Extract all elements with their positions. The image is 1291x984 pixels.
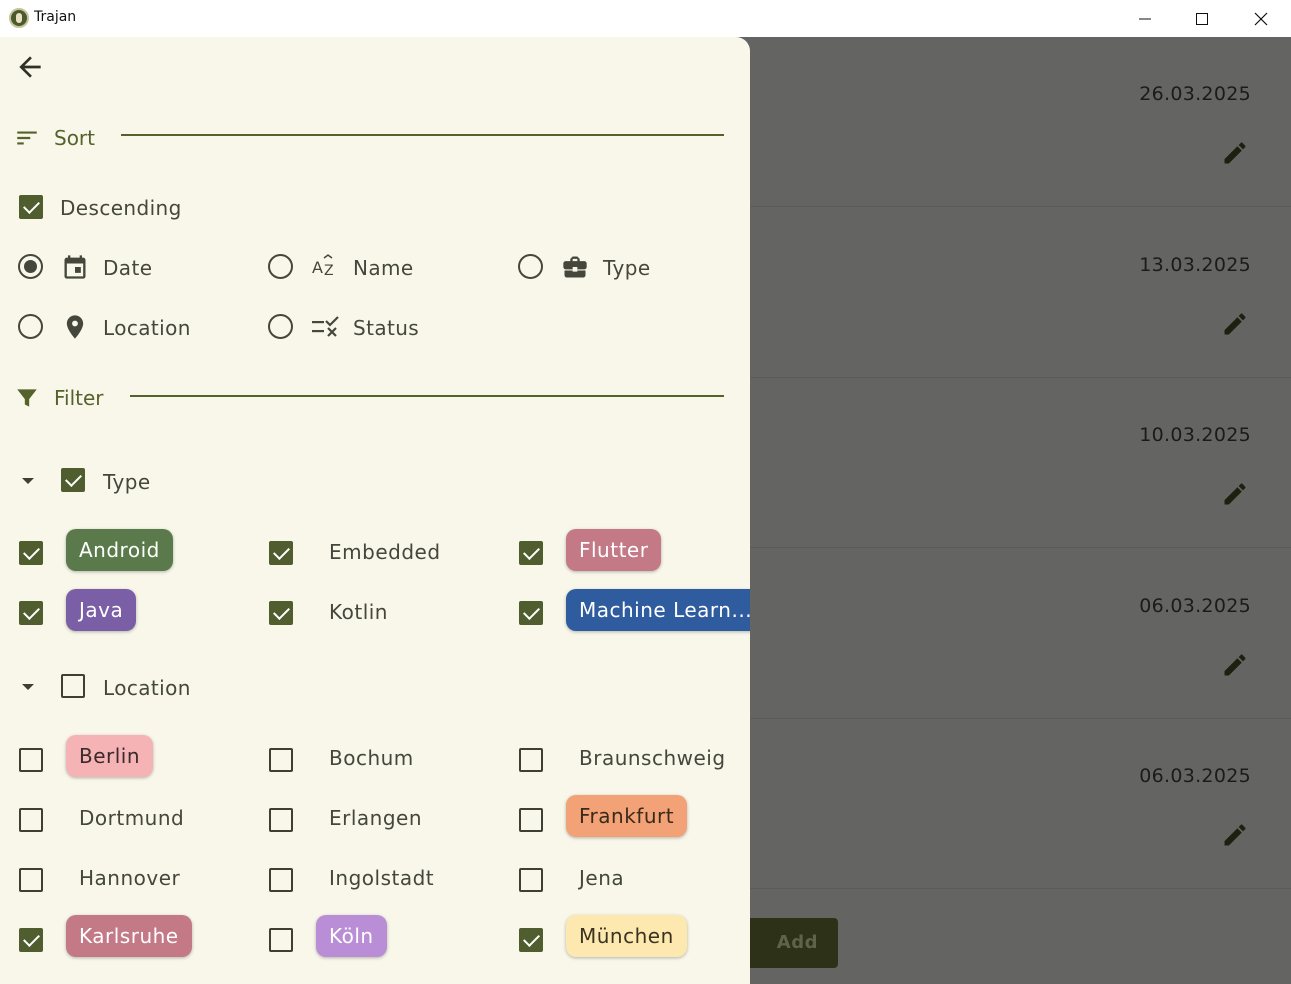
location-label-braunschweig: Braunschweig — [579, 746, 726, 770]
sort-option-location-label: Location — [103, 316, 191, 340]
filter-location-checkbox[interactable] — [269, 748, 293, 772]
location-label-dortmund: Dortmund — [79, 806, 185, 830]
job-date: 06.03.2025 — [1139, 595, 1251, 617]
sort-radio-name[interactable] — [268, 254, 293, 279]
location-chip-koeln: Köln — [316, 915, 387, 957]
edit-icon[interactable] — [1221, 480, 1249, 508]
filter-type-checkbox[interactable] — [519, 541, 543, 565]
sort-option-status-label: Status — [353, 316, 420, 340]
briefcase-icon — [563, 256, 587, 278]
descending-checkbox[interactable] — [19, 195, 43, 219]
descending-label: Descending — [60, 196, 182, 220]
sort-option-type-label: Type — [603, 256, 651, 280]
status-list-icon — [312, 316, 339, 337]
edit-icon[interactable] — [1221, 651, 1249, 679]
close-icon — [1254, 12, 1268, 25]
app-logo-icon — [9, 8, 29, 28]
job-card[interactable]: 10.03.2025 — [750, 378, 1291, 548]
filter-location-checkbox[interactable] — [519, 808, 543, 832]
job-date: 06.03.2025 — [1139, 765, 1251, 787]
job-card[interactable]: 13.03.2025 — [750, 208, 1291, 378]
job-card[interactable]: 26.03.2025 — [750, 37, 1291, 207]
job-date: 10.03.2025 — [1139, 424, 1251, 446]
maximize-button[interactable] — [1173, 0, 1231, 37]
sort-divider — [121, 134, 724, 136]
location-label-erlangen: Erlangen — [329, 806, 423, 830]
filter-divider — [130, 395, 724, 397]
type-label-embedded: Embedded — [329, 540, 441, 564]
filter-location-checkbox[interactable] — [19, 748, 43, 772]
sort-radio-date[interactable] — [18, 254, 43, 279]
sort-section-header: Sort — [14, 123, 95, 153]
back-arrow-icon[interactable] — [14, 51, 46, 83]
location-group-label: Location — [103, 676, 191, 700]
location-pin-icon — [66, 315, 84, 339]
filter-location-checkbox[interactable] — [269, 808, 293, 832]
location-label-hannover: Hannover — [79, 866, 181, 890]
filter-title: Filter — [54, 386, 104, 410]
type-chip-java: Java — [66, 589, 137, 631]
edit-icon[interactable] — [1221, 310, 1249, 338]
calendar-icon — [64, 255, 86, 279]
job-date: 26.03.2025 — [1139, 83, 1251, 105]
type-group-label: Type — [103, 470, 151, 494]
edit-icon[interactable] — [1221, 821, 1249, 849]
location-group-checkbox[interactable] — [61, 674, 85, 698]
filter-type-checkbox[interactable] — [519, 601, 543, 625]
type-chip-machine-learning: Machine Learn... — [566, 589, 750, 631]
sort-filter-drawer: Sort Descending Date A Z Name Type Locat… — [0, 37, 750, 984]
job-date: 13.03.2025 — [1139, 254, 1251, 276]
filter-location-checkbox[interactable] — [519, 928, 543, 952]
location-chip-berlin: Berlin — [66, 735, 154, 777]
close-button[interactable] — [1232, 0, 1290, 37]
filter-location-checkbox[interactable] — [19, 868, 43, 892]
filter-type-checkbox[interactable] — [19, 601, 43, 625]
add-job-button[interactable]: Add Job — [740, 918, 838, 984]
filter-location-checkbox[interactable] — [269, 928, 293, 952]
sort-radio-type[interactable] — [518, 254, 543, 279]
filter-type-checkbox[interactable] — [269, 541, 293, 565]
filter-location-checkbox[interactable] — [19, 928, 43, 952]
filter-location-checkbox[interactable] — [519, 868, 543, 892]
filter-location-checkbox[interactable] — [19, 808, 43, 832]
svg-text:A: A — [312, 258, 323, 277]
location-chip-frankfurt: Frankfurt — [566, 795, 688, 837]
filter-location-checkbox[interactable] — [269, 868, 293, 892]
minimize-icon — [1139, 18, 1151, 19]
job-card[interactable]: 06.03.2025 — [750, 549, 1291, 719]
sort-title: Sort — [54, 126, 95, 150]
location-chip-karlsruhe: Karlsruhe — [66, 915, 192, 957]
location-chip-muenchen: München — [566, 915, 687, 957]
window-title: Trajan — [34, 9, 77, 25]
location-group-collapse-icon[interactable] — [22, 684, 34, 690]
filter-location-checkbox[interactable] — [519, 748, 543, 772]
filter-funnel-icon — [17, 389, 37, 407]
type-group-checkbox[interactable] — [61, 468, 85, 492]
window-titlebar: Trajan — [0, 0, 1291, 37]
sort-icon — [17, 131, 37, 145]
filter-type-checkbox[interactable] — [269, 601, 293, 625]
type-chip-flutter: Flutter — [566, 529, 662, 571]
minimize-button[interactable] — [1116, 0, 1174, 37]
type-chip-android: Android — [66, 529, 173, 571]
sort-option-date-label: Date — [103, 256, 153, 280]
sort-radio-location[interactable] — [18, 314, 43, 339]
location-label-ingolstadt: Ingolstadt — [329, 866, 435, 890]
sort-radio-status[interactable] — [268, 314, 293, 339]
filter-section-header: Filter — [14, 383, 104, 413]
location-label-jena: Jena — [579, 866, 625, 890]
filter-type-checkbox[interactable] — [19, 541, 43, 565]
svg-text:Z: Z — [324, 263, 334, 279]
job-card[interactable]: 06.03.2025 — [750, 719, 1291, 889]
sort-alpha-icon: A Z — [312, 254, 334, 279]
location-label-bochum: Bochum — [329, 746, 414, 770]
type-label-kotlin: Kotlin — [329, 600, 388, 624]
maximize-icon — [1196, 12, 1208, 25]
edit-icon[interactable] — [1221, 139, 1249, 167]
sort-option-name-label: Name — [353, 256, 414, 280]
type-group-collapse-icon[interactable] — [22, 478, 34, 484]
